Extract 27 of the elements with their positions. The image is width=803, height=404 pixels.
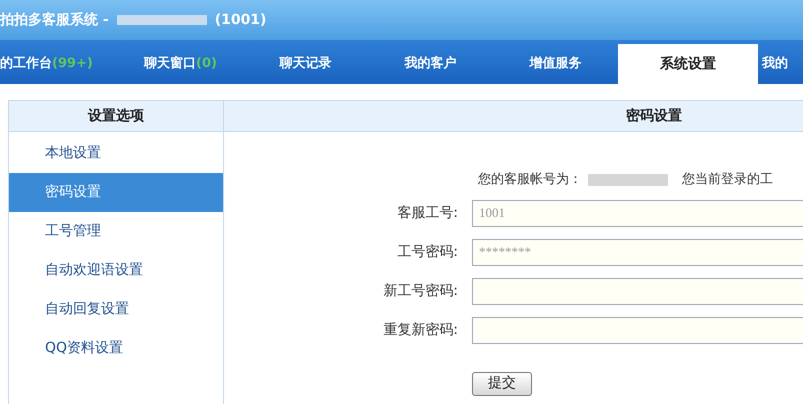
panel-title: 密码设置 <box>626 106 682 126</box>
nav-tab[interactable]: 系统设置 <box>618 44 758 84</box>
nav-tab[interactable]: 的工作台(99+) <box>0 44 118 84</box>
sidebar-header: 设置选项 <box>9 101 223 132</box>
sidebar-item[interactable]: QQ资料设置 <box>9 329 223 368</box>
field-label: 工号密码: <box>396 242 458 262</box>
input-field[interactable]: 1001 <box>472 200 803 226</box>
input-field[interactable]: ******** <box>472 238 803 266</box>
nav-tab[interactable]: 增值服务 <box>493 44 618 84</box>
nav-tab[interactable]: 聊天记录 <box>243 44 368 84</box>
sidebar-item[interactable]: 本地设置 <box>9 134 223 173</box>
field-label: 客服工号: <box>396 204 458 222</box>
input-field[interactable] <box>472 316 803 344</box>
field-label: 新工号密码: <box>382 282 458 300</box>
account-label: 您的客服帐号为： <box>478 171 582 189</box>
sidebar-item[interactable]: 密码设置 <box>9 173 223 212</box>
window-title: (1001) <box>214 10 266 30</box>
nav-tab[interactable]: 聊天窗口(0) <box>118 44 243 84</box>
sidebar-item[interactable]: 自动回复设置 <box>9 290 223 329</box>
sidebar-item[interactable]: 工号管理 <box>9 212 223 251</box>
nav-tab[interactable]: 我的客户 <box>368 44 493 84</box>
input-field[interactable] <box>472 278 803 304</box>
login-note: 您当前登录的工 <box>682 171 773 189</box>
sidebar-item[interactable]: 自动欢迎语设置 <box>9 251 223 290</box>
nav-tab[interactable]: 我的 <box>758 44 798 84</box>
submit-button[interactable]: 提交 <box>472 372 532 396</box>
field-label: 重复新密码: <box>382 320 458 340</box>
